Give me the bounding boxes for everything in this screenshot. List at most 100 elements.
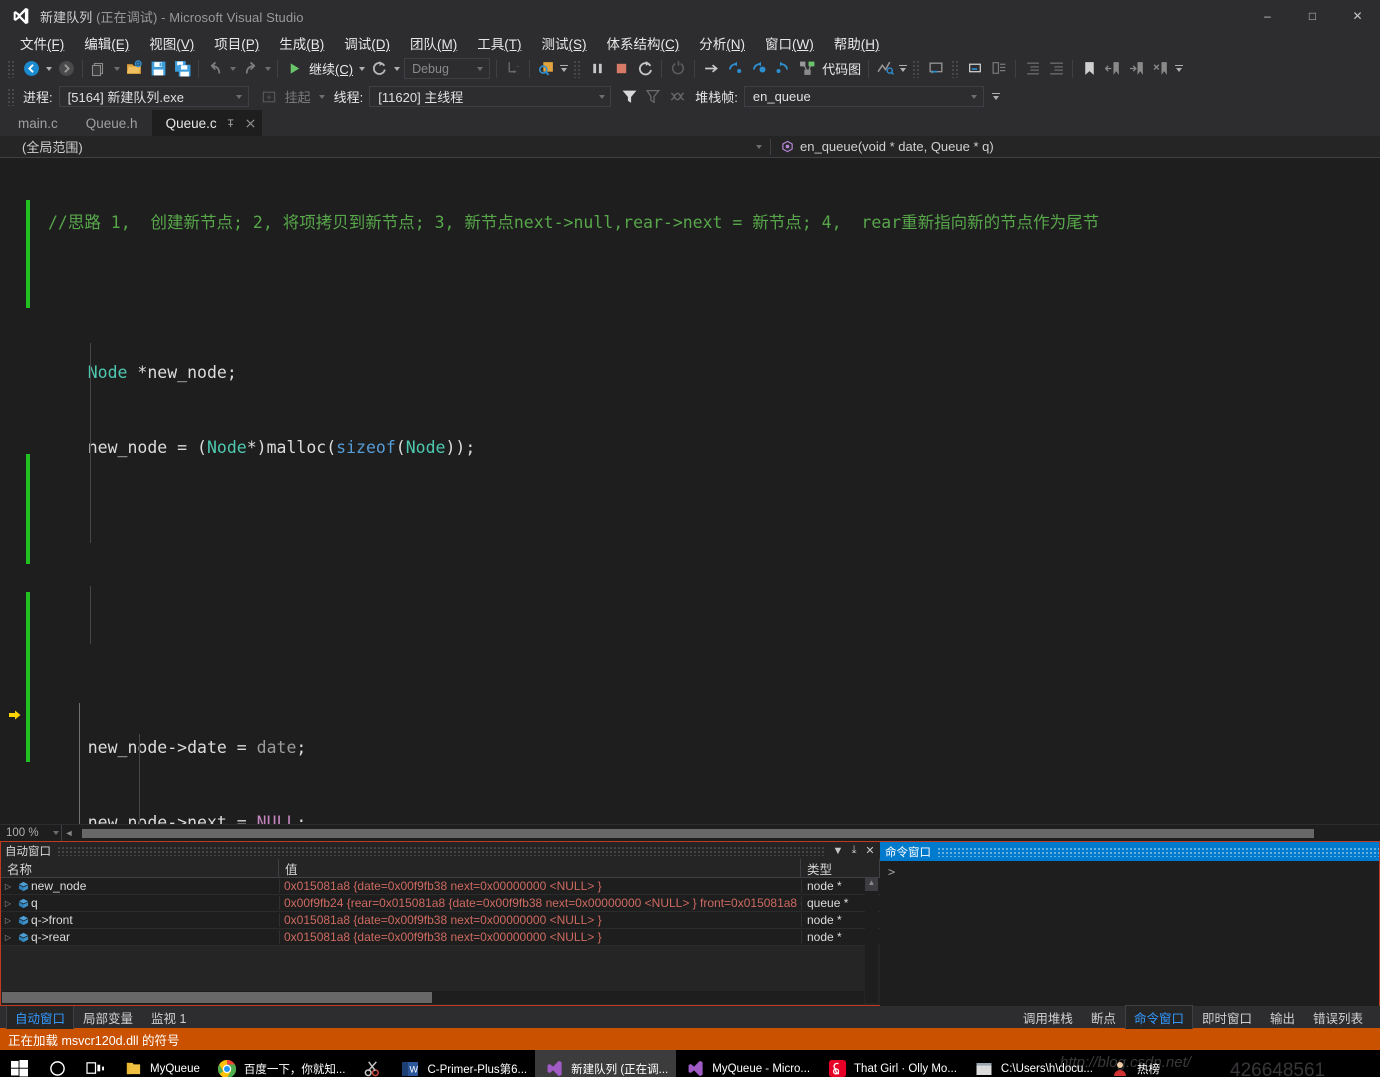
hscroll-track[interactable] xyxy=(76,826,1380,840)
close-tab-icon[interactable] xyxy=(245,118,256,129)
taskbar-item-snipping-tool[interactable] xyxy=(353,1050,391,1077)
undo-dropdown-icon[interactable] xyxy=(227,67,238,71)
command-window-drag-dots[interactable] xyxy=(937,846,1379,857)
toolbar-grip-2[interactable] xyxy=(573,59,583,78)
autos-dropdown-icon[interactable]: ▼ xyxy=(830,845,846,857)
autos-horizontal-scrollbar[interactable] xyxy=(2,991,864,1004)
stackframe-select[interactable]: en_queue xyxy=(743,86,984,107)
table-row[interactable]: ▷ q 0x00f9fb24 {rear=0x015081a8 {date=0x… xyxy=(1,895,880,912)
navigate-backward-icon[interactable] xyxy=(19,57,43,81)
taskbar-item-netease-music[interactable]: That Girl · Olly Mo... xyxy=(818,1050,965,1077)
table-row[interactable]: ▷ q->rear 0x015081a8 {date=0x00f9fb38 ne… xyxy=(1,929,880,946)
toggle-outlining-icon[interactable] xyxy=(987,57,1011,81)
suspend-dropdown-icon[interactable] xyxy=(317,95,328,99)
step-over-arrow-icon[interactable] xyxy=(699,57,723,81)
menu-view[interactable]: 视图(V) xyxy=(139,31,204,55)
autos-hscroll-thumb[interactable] xyxy=(2,992,432,1003)
member-select[interactable]: en_queue(void * date, Queue * q) xyxy=(771,139,1380,154)
show-next-statement-icon[interactable] xyxy=(666,57,690,81)
toolbar-grip-3[interactable] xyxy=(912,59,922,78)
increase-indent-icon[interactable] xyxy=(1044,57,1068,81)
variable-value[interactable]: 0x00f9fb24 {rear=0x015081a8 {date=0x00f9… xyxy=(279,896,801,910)
close-button[interactable]: ✕ xyxy=(1335,0,1380,32)
undo-icon[interactable] xyxy=(203,57,227,81)
bookmark-overflow-icon[interactable] xyxy=(1173,64,1185,73)
restart-icon[interactable] xyxy=(367,57,391,81)
autos-pin-icon[interactable]: ⤓ xyxy=(846,844,862,857)
tab-command-window[interactable]: 命令窗口 xyxy=(1124,1005,1193,1029)
open-file-icon[interactable] xyxy=(122,57,146,81)
taskbar-item-vs-myqueue[interactable]: MyQueue - Micro... xyxy=(676,1050,818,1077)
menu-architecture[interactable]: 体系结构(C) xyxy=(597,31,690,55)
save-icon[interactable] xyxy=(146,57,170,81)
suspend-label[interactable]: 挂起 xyxy=(285,87,311,106)
tab-queue-c[interactable]: Queue.c xyxy=(151,110,262,136)
row-expander-icon[interactable]: ▷ xyxy=(1,916,15,925)
menu-project[interactable]: 项目(P) xyxy=(204,31,269,55)
variable-value[interactable]: 0x015081a8 {date=0x00f9fb38 next=0x00000… xyxy=(279,913,801,927)
task-view-button[interactable] xyxy=(76,1050,114,1077)
autos-close-icon[interactable]: ✕ xyxy=(862,844,878,857)
redo-icon[interactable] xyxy=(238,57,262,81)
continue-dropdown-icon[interactable] xyxy=(356,67,367,71)
toggle-bookmark-icon[interactable] xyxy=(1077,57,1101,81)
code-map-label[interactable]: 代码图 xyxy=(819,59,864,78)
step-into-icon[interactable] xyxy=(723,57,747,81)
start-button[interactable] xyxy=(0,1050,38,1077)
tab-main-c[interactable]: main.c xyxy=(4,110,72,136)
menu-debug[interactable]: 调试(D) xyxy=(334,31,400,55)
show-threads-icon[interactable] xyxy=(665,85,689,109)
search-button[interactable] xyxy=(38,1050,76,1077)
solution-configuration-select[interactable]: Debug xyxy=(404,58,491,79)
debugbar-grip[interactable] xyxy=(7,87,16,106)
autos-header-type[interactable]: 类型 xyxy=(801,858,880,878)
autos-drag-dots[interactable] xyxy=(57,845,824,856)
redo-dropdown-icon[interactable] xyxy=(262,67,273,71)
menu-tools[interactable]: 工具(T) xyxy=(467,31,531,55)
tab-breakpoints[interactable]: 断点 xyxy=(1082,1006,1125,1029)
menu-test[interactable]: 测试(S) xyxy=(532,31,597,55)
glyph-margin[interactable] xyxy=(0,158,26,824)
editor-zoom-select[interactable]: 100 % xyxy=(0,824,62,842)
tab-immediate-window[interactable]: 即时窗口 xyxy=(1193,1006,1261,1029)
menu-team[interactable]: 团队(M) xyxy=(400,31,467,55)
continue-play-icon[interactable] xyxy=(282,57,306,81)
thread-select[interactable]: [11620] 主线程 xyxy=(369,86,612,107)
menu-build[interactable]: 生成(B) xyxy=(269,31,334,55)
table-row[interactable]: ▷ new_node 0x015081a8 {date=0x00f9fb38 n… xyxy=(1,878,880,895)
variable-value[interactable]: 0x015081a8 {date=0x00f9fb38 next=0x00000… xyxy=(279,879,801,893)
step-into-specific-icon[interactable]: → xyxy=(501,57,525,81)
save-all-icon[interactable] xyxy=(170,57,194,81)
break-all-icon[interactable] xyxy=(585,57,609,81)
autos-header-name[interactable]: 名称 xyxy=(1,858,279,878)
debugbar-overflow-icon[interactable] xyxy=(990,92,1002,101)
taskbar-item-explorer[interactable]: C:\Users\h\docu... xyxy=(965,1050,1101,1077)
navigate-backward-dropdown-icon[interactable] xyxy=(43,67,54,71)
row-expander-icon[interactable]: ▷ xyxy=(1,899,15,908)
scope-select[interactable]: (全局范围) xyxy=(0,137,770,156)
continue-button[interactable]: 继续(C) xyxy=(306,59,356,78)
tab-autos[interactable]: 自动窗口 xyxy=(6,1005,75,1029)
clear-bookmarks-icon[interactable] xyxy=(1149,57,1173,81)
step-out-icon[interactable] xyxy=(771,57,795,81)
row-expander-icon[interactable]: ▷ xyxy=(1,933,15,942)
menu-window[interactable]: 窗口(W) xyxy=(755,31,824,55)
row-expander-icon[interactable]: ▷ xyxy=(1,882,15,891)
menu-analyze[interactable]: 分析(N) xyxy=(689,31,755,55)
intellitrace-overflow-icon[interactable] xyxy=(897,64,909,73)
tab-output[interactable]: 输出 xyxy=(1261,1006,1304,1029)
autos-header-value[interactable]: 值 xyxy=(279,858,801,878)
hscroll-thumb[interactable] xyxy=(82,828,1314,838)
code-editor[interactable]: //思路 1, 创建新节点; 2, 将项拷贝到新节点; 3, 新节点next->… xyxy=(0,158,1380,824)
autos-vertical-scrollbar[interactable]: ▲ xyxy=(865,878,878,1003)
maximize-button[interactable]: □ xyxy=(1290,0,1335,32)
suspend-icon[interactable] xyxy=(257,85,281,109)
new-project-icon[interactable] xyxy=(87,57,111,81)
comment-selection-icon[interactable] xyxy=(924,57,948,81)
flag-threads-icon[interactable] xyxy=(641,85,665,109)
menu-help[interactable]: 帮助(H) xyxy=(824,31,890,55)
thread-filter-icon[interactable] xyxy=(617,85,641,109)
code-content[interactable]: //思路 1, 创建新节点; 2, 将项拷贝到新节点; 3, 新节点next->… xyxy=(42,158,1380,824)
decrease-indent-icon[interactable] xyxy=(1020,57,1044,81)
command-window-body[interactable]: > xyxy=(880,861,1379,1006)
